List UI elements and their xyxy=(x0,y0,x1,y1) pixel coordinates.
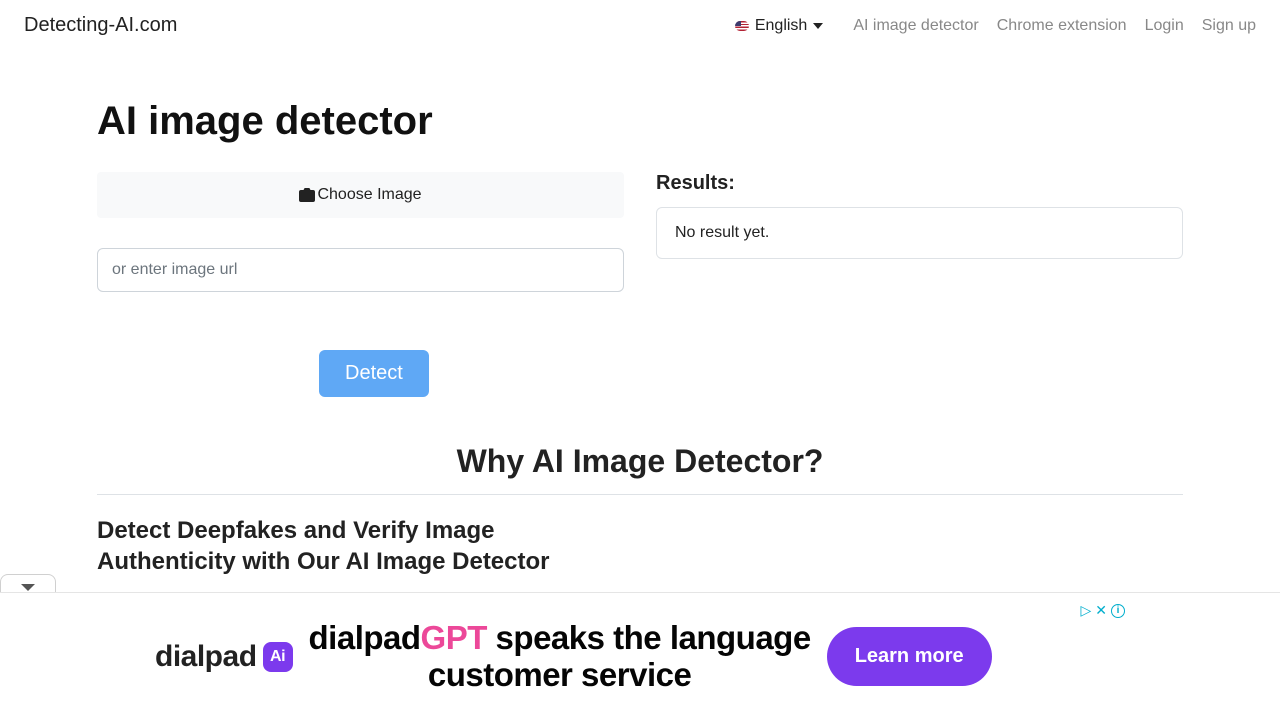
ad-headline-rest1: speaks the language xyxy=(487,619,811,656)
sub-title: Detect Deepfakes and Verify Image Authen… xyxy=(97,515,637,577)
main-row: Choose Image Detect Results: No result y… xyxy=(97,172,1183,397)
ad-learn-more-button[interactable]: Learn more xyxy=(827,627,992,686)
nav-links: AI image detector Chrome extension Login… xyxy=(853,17,1256,35)
results-label: Results: xyxy=(656,172,1183,195)
ad-x-icon[interactable]: ✕ xyxy=(1095,602,1107,619)
ad-close-icon[interactable]: ▷ xyxy=(1080,602,1091,619)
ad-logo-text: dialpad xyxy=(155,640,257,674)
ad-headline-gpt: GPT xyxy=(421,619,487,656)
ad-banner: ▷ ✕ i dialpad Ai dialpadGPT speaks the l… xyxy=(0,592,1280,720)
ad-meta: ▷ ✕ i xyxy=(1080,602,1125,619)
detect-button[interactable]: Detect xyxy=(319,350,429,397)
chevron-down-icon xyxy=(21,584,35,591)
nav-ai-image-detector[interactable]: AI image detector xyxy=(853,17,978,35)
divider xyxy=(97,494,1183,495)
brand-logo[interactable]: Detecting-AI.com xyxy=(24,14,177,37)
results-box: No result yet. xyxy=(656,207,1183,259)
ad-headline-line2: customer service xyxy=(428,656,692,693)
nav-login[interactable]: Login xyxy=(1145,17,1184,35)
why-title: Why AI Image Detector? xyxy=(97,443,1183,494)
results-column: Results: No result yet. xyxy=(656,172,1183,397)
image-url-input[interactable] xyxy=(97,248,624,292)
ad-headline: dialpadGPT speaks the languagecustomer s… xyxy=(309,620,811,693)
ad-info-icon[interactable]: i xyxy=(1111,604,1125,618)
page-title: AI image detector xyxy=(97,99,1183,144)
caret-down-icon xyxy=(813,23,823,29)
choose-image-button[interactable]: Choose Image xyxy=(97,172,624,218)
navbar: Detecting-AI.com English AI image detect… xyxy=(0,0,1280,51)
nav-chrome-extension[interactable]: Chrome extension xyxy=(997,17,1127,35)
language-selector[interactable]: English xyxy=(735,17,823,35)
language-label: English xyxy=(755,17,807,35)
nav-signup[interactable]: Sign up xyxy=(1202,17,1256,35)
input-column: Choose Image Detect xyxy=(97,172,624,397)
camera-icon xyxy=(299,188,315,202)
ad-logo[interactable]: dialpad Ai xyxy=(155,640,293,674)
ad-headline-prefix: dialpad xyxy=(309,619,421,656)
flag-icon xyxy=(735,21,749,31)
ad-ai-badge: Ai xyxy=(263,642,293,672)
choose-image-label: Choose Image xyxy=(317,186,421,204)
